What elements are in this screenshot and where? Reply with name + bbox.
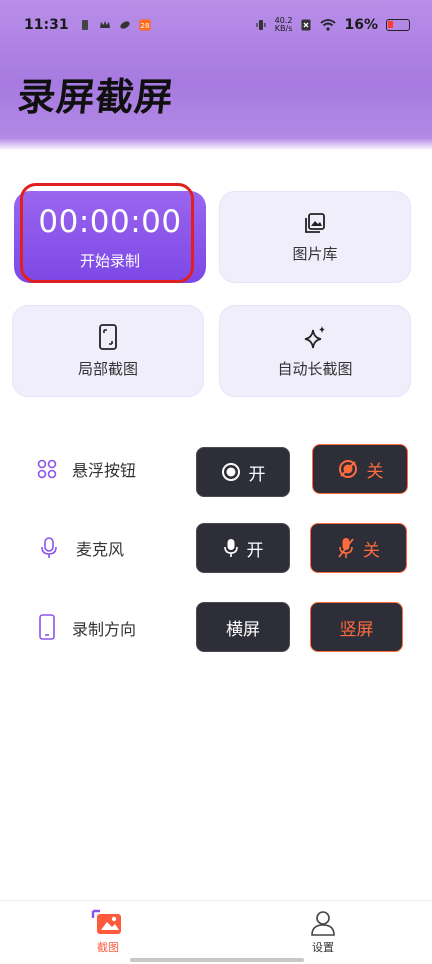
record-off-icon — [338, 460, 357, 478]
long-screenshot-card[interactable]: 自动长截图 — [219, 305, 411, 397]
wifi-icon — [320, 19, 337, 31]
app-title: 录屏截屏 — [15, 75, 176, 119]
microphone-on-label: 开 — [246, 540, 264, 561]
microphone-on-button[interactable]: 开 — [196, 523, 290, 573]
svg-text:28: 28 — [140, 22, 149, 30]
leaf-icon — [119, 21, 130, 29]
gallery-icon — [305, 212, 325, 233]
orientation-label: 录制方向 — [72, 620, 137, 639]
floating-button-on-label: 开 — [248, 464, 266, 485]
long-screenshot-label: 自动长截图 — [277, 359, 353, 378]
phone-crop-icon — [99, 323, 117, 350]
nav-item-screenshot[interactable]: 截图 — [68, 909, 148, 955]
sim-icon — [81, 20, 88, 30]
battery-icon — [386, 19, 410, 31]
gallery-label: 图片库 — [292, 244, 338, 263]
record-dot-icon — [221, 463, 240, 481]
microphone-icon — [41, 537, 57, 558]
status-bar: 11:31 28 40.2 KB/s 16% — [0, 0, 432, 50]
crown-icon — [99, 21, 110, 28]
bottom-nav: 截图 设置 — [0, 900, 432, 964]
microphone-off-label: 关 — [363, 540, 380, 561]
battery-percent: 16% — [344, 17, 378, 33]
nav-screenshot-label: 截图 — [97, 941, 119, 954]
start-recording-label: 开始录制 — [79, 251, 140, 270]
nav-settings-label: 设置 — [312, 941, 334, 954]
floating-button-off-button[interactable]: 关 — [312, 444, 408, 494]
mic-off-icon — [338, 538, 354, 558]
floating-button-off-label: 关 — [366, 461, 384, 482]
grid-icon — [37, 459, 57, 479]
home-indicator — [130, 958, 304, 962]
partial-screenshot-card[interactable]: 局部截图 — [12, 305, 204, 397]
partial-screenshot-label: 局部截图 — [77, 359, 138, 378]
user-icon — [311, 911, 335, 936]
gallery-card[interactable]: 图片库 — [219, 191, 411, 283]
app-notify-icon: 28 — [139, 19, 151, 31]
vibrate-icon — [256, 20, 266, 30]
floating-button-on-button[interactable]: 开 — [196, 447, 290, 497]
mic-on-icon — [223, 539, 238, 557]
record-timer: 00:00:00 — [38, 203, 182, 240]
floating-button-label: 悬浮按钮 — [72, 461, 137, 480]
landscape-button[interactable]: 横屏 — [196, 602, 290, 652]
portrait-label: 竖屏 — [339, 619, 374, 640]
header: 11:31 28 40.2 KB/s 16% 录屏截屏 — [0, 0, 432, 152]
landscape-label: 横屏 — [226, 619, 260, 640]
app-screen: 11:31 28 40.2 KB/s 16% 录屏截屏 00:00:00 开始录… — [0, 0, 432, 964]
phone-icon — [39, 614, 55, 640]
nav-item-settings[interactable]: 设置 — [283, 909, 363, 955]
screenshot-tab-icon — [91, 909, 121, 934]
microphone-off-button[interactable]: 关 — [310, 523, 407, 573]
sparkle-icon — [304, 325, 325, 348]
network-speed-unit: KB/s — [274, 24, 293, 33]
microphone-label: 麦克风 — [76, 540, 125, 559]
start-recording-card[interactable]: 00:00:00 开始录制 — [14, 191, 206, 283]
portrait-button[interactable]: 竖屏 — [310, 602, 403, 652]
no-sim-icon — [301, 19, 311, 31]
status-time: 11:31 — [24, 17, 69, 33]
